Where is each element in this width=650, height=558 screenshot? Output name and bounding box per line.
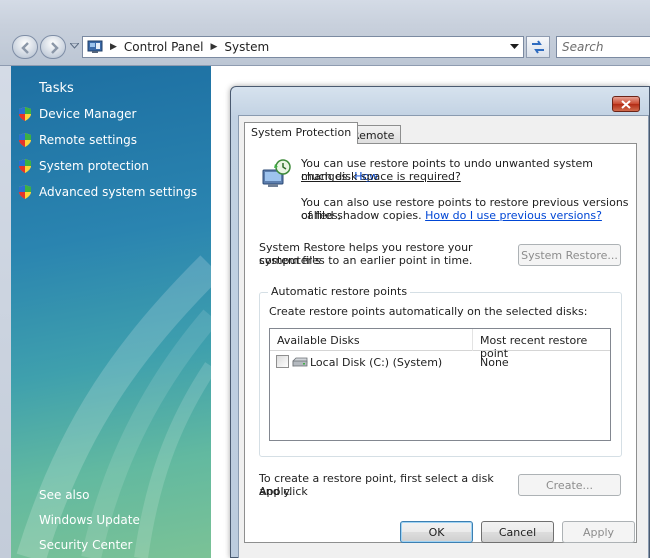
task-system-protection[interactable]: System protection (17, 156, 149, 176)
restore-description-line-2: system files to an earlier point in time… (259, 254, 473, 267)
task-label: Device Manager (39, 107, 137, 121)
close-button[interactable] (612, 96, 640, 112)
hard-disk-icon (292, 357, 308, 367)
table-row[interactable]: Local Disk (C:) (System) None (270, 352, 610, 372)
available-disks-list[interactable]: Available Disks Most recent restore poin… (269, 328, 611, 441)
see-also-windows-update[interactable]: Windows Update (39, 513, 140, 527)
disk-restore-point: None (480, 356, 509, 369)
shadow-copies-line-2: called shadow copies. How do I use previ… (301, 209, 631, 222)
column-header-most-recent[interactable]: Most recent restore point (473, 329, 610, 360)
system-restore-button[interactable]: System Restore... (518, 244, 621, 266)
system-protection-page: You can use restore points to undo unwan… (244, 143, 637, 543)
back-button[interactable] (12, 35, 38, 59)
create-description-line-2: Apply. (259, 485, 292, 498)
breadcrumb-separator-icon: ▶ (110, 42, 117, 52)
forward-button[interactable] (40, 35, 66, 59)
see-also-security-center[interactable]: Security Center (39, 538, 132, 552)
disk-space-link-part2[interactable]: much disk space is required? (301, 170, 461, 183)
task-label: Advanced system settings (39, 185, 198, 199)
dialog-client-area: System Protection Remote You can use res… (238, 115, 649, 558)
previous-versions-link[interactable]: How do I use previous versions? (425, 209, 602, 222)
task-label: System protection (39, 159, 149, 173)
ok-button[interactable]: OK (400, 521, 473, 543)
window-left-border (0, 66, 11, 558)
system-restore-icon (262, 159, 291, 187)
search-input[interactable]: Search (556, 36, 650, 58)
shield-icon (19, 133, 31, 147)
address-bar[interactable]: ▶ Control Panel ▶ System (82, 36, 524, 58)
arrow-left-icon (21, 42, 29, 54)
task-device-manager[interactable]: Device Manager (17, 104, 136, 124)
see-also-heading: See also (39, 488, 90, 502)
shadow-copies-text: called shadow copies. (301, 209, 422, 222)
shield-icon (19, 159, 31, 173)
arrow-right-icon (51, 42, 59, 54)
disk-name: Local Disk (C:) (System) (310, 356, 443, 369)
task-advanced-system-settings[interactable]: Advanced system settings (17, 182, 197, 202)
shield-icon (19, 185, 31, 199)
recent-pages-dropdown-icon[interactable] (70, 43, 79, 49)
system-properties-dialog: System Protection Remote You can use res… (230, 86, 650, 558)
breadcrumb-separator-icon: ▶ (210, 42, 218, 52)
control-panel-icon (87, 40, 103, 53)
create-button[interactable]: Create... (518, 474, 621, 496)
breadcrumb-system[interactable]: System (224, 40, 269, 54)
apply-button[interactable]: Apply (562, 521, 635, 543)
list-header: Available Disks Most recent restore poin… (270, 329, 610, 360)
close-icon (621, 100, 631, 109)
task-remote-settings[interactable]: Remote settings (17, 130, 137, 150)
group-title: Automatic restore points (268, 285, 411, 298)
shield-icon (19, 107, 31, 121)
breadcrumb-control-panel[interactable]: Control Panel (124, 40, 204, 54)
explorer-toolbar: ▶ Control Panel ▶ System Search (0, 0, 650, 66)
task-label: Remote settings (39, 133, 137, 147)
tab-system-protection[interactable]: System Protection (244, 122, 359, 144)
refresh-icon (532, 40, 544, 54)
address-dropdown-icon[interactable] (510, 44, 519, 50)
refresh-button[interactable] (526, 36, 550, 58)
cancel-button[interactable]: Cancel (481, 521, 554, 543)
group-description: Create restore points automatically on t… (269, 305, 588, 318)
tasks-pane: Tasks Device Manager Remote settings Sys… (11, 66, 211, 558)
column-header-available-disks[interactable]: Available Disks (270, 329, 473, 351)
tasks-heading: Tasks (39, 81, 74, 96)
disk-checkbox[interactable] (276, 355, 289, 368)
